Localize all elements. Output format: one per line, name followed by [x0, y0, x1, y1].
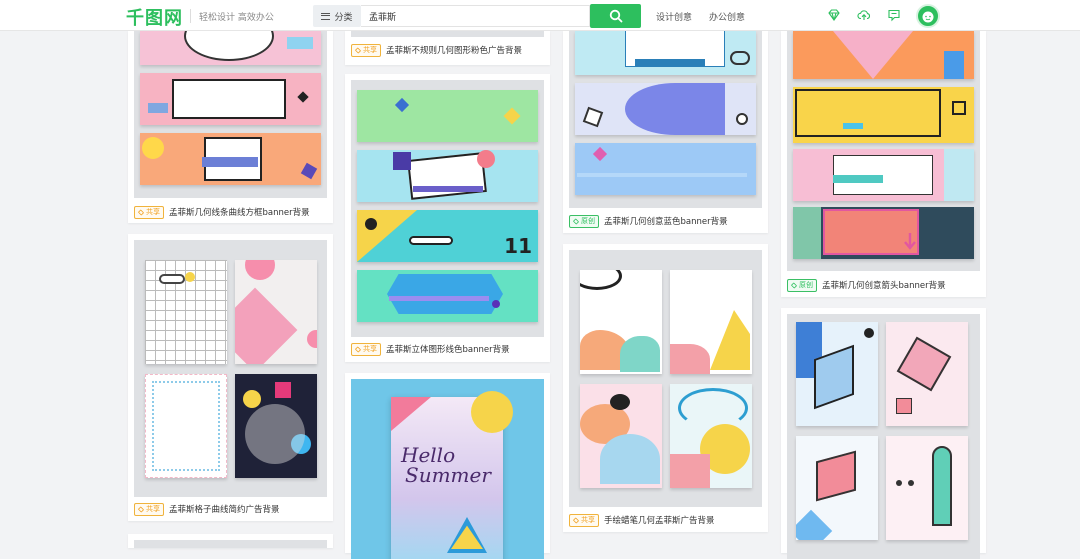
card-title[interactable]: 孟菲斯几何创意蓝色banner背景 [604, 215, 728, 227]
banner-preview [357, 90, 538, 142]
nav-office[interactable]: 办公创意 [709, 10, 745, 23]
card-title[interactable]: 孟菲斯立体图形线色banner背景 [386, 343, 510, 355]
diamond-icon [354, 46, 362, 54]
card-caption: 共享 手绘蜡笔几何孟菲斯广告背景 [569, 510, 762, 530]
card-caption: 共享 孟菲斯立体图形线色banner背景 [351, 339, 544, 359]
template-thumbnail[interactable]: 11 [351, 80, 544, 337]
banner-preview [793, 87, 974, 143]
card-caption: 共享 孟菲斯不规则几何图形粉色广告背景 [351, 40, 544, 60]
banner-preview [575, 143, 756, 195]
poster-preview [886, 436, 968, 540]
share-badge: 共享 [351, 43, 381, 57]
poster-preview [235, 260, 317, 364]
template-thumbnail[interactable] [134, 240, 327, 497]
share-badge: 共享 [134, 205, 164, 219]
card-title[interactable]: 孟菲斯几何线条曲线方框banner背景 [169, 206, 310, 218]
upload-icon[interactable] [857, 8, 871, 22]
banner-preview [357, 150, 538, 202]
template-thumbnail[interactable] [134, 540, 327, 548]
template-thumbnail[interactable] [787, 31, 980, 271]
template-card[interactable] [781, 308, 986, 559]
diamond-icon[interactable] [827, 8, 841, 22]
category-button[interactable]: 分类 [313, 5, 361, 27]
template-thumbnail[interactable] [569, 250, 762, 507]
original-badge: 原创 [569, 214, 599, 228]
arrow-down-icon [904, 233, 916, 250]
card-title[interactable]: 手绘蜡笔几何孟菲斯广告背景 [604, 514, 715, 526]
template-card[interactable]: 共享 孟菲斯不规则几何图形粉色广告背景 [345, 31, 550, 65]
poster-preview [580, 270, 662, 374]
share-badge: 共享 [351, 342, 381, 356]
poster-preview [886, 322, 968, 426]
share-badge: 共享 [134, 502, 164, 516]
template-card[interactable]: 原创 孟菲斯几何创意箭头banner背景 [781, 31, 986, 297]
card-title[interactable]: 孟菲斯几何创意箭头banner背景 [822, 279, 946, 291]
search-input[interactable] [361, 5, 590, 27]
card-caption: 共享 孟菲斯格子曲线简约广告背景 [134, 499, 327, 519]
nav-design[interactable]: 设计创意 [656, 10, 692, 23]
poster-preview [796, 322, 878, 426]
poster-preview: Hello Summer [391, 391, 513, 559]
diamond-icon [354, 345, 362, 353]
diamond-icon [137, 505, 145, 513]
banner-preview [575, 31, 756, 75]
banner-preview [793, 207, 974, 259]
poster-heading-line2: Summer [405, 463, 491, 487]
poster-heading-line1: Hello [401, 443, 456, 467]
diamond-icon [790, 281, 798, 289]
banner-preview [140, 31, 321, 65]
card-title[interactable]: 孟菲斯不规则几何图形粉色广告背景 [386, 44, 522, 56]
diamond-icon [572, 217, 580, 225]
user-face-icon [922, 11, 934, 23]
poster-preview [580, 384, 662, 488]
card-caption: 原创 孟菲斯几何创意箭头banner背景 [787, 275, 980, 295]
site-slogan: 轻松设计 高效办公 [199, 13, 274, 23]
banner-preview [140, 73, 321, 125]
category-label: 分类 [334, 12, 353, 23]
poster-preview [235, 374, 317, 478]
template-card[interactable] [128, 534, 333, 548]
message-icon[interactable] [887, 8, 901, 22]
banner-preview [575, 83, 756, 135]
diamond-icon [137, 208, 145, 216]
card-caption: 共享 孟菲斯几何线条曲线方框banner背景 [134, 202, 327, 222]
banner-preview: 11 [357, 210, 538, 262]
banner-preview [357, 270, 538, 322]
template-card[interactable]: 11 共享 孟菲斯立体图形线色banner背景 [345, 74, 550, 362]
template-card[interactable]: 共享 手绘蜡笔几何孟菲斯广告背景 [563, 244, 768, 532]
share-badge: 共享 [569, 513, 599, 527]
poster-preview [670, 384, 752, 488]
card-caption: 原创 孟菲斯几何创意蓝色banner背景 [569, 211, 762, 231]
template-card[interactable]: Hello Summer [345, 373, 550, 559]
menu-icon [321, 12, 331, 20]
template-thumbnail[interactable] [569, 31, 762, 208]
template-card[interactable]: 共享 孟菲斯几何线条曲线方框banner背景 [128, 31, 333, 223]
poster-preview [145, 374, 227, 478]
search-icon [609, 9, 622, 23]
card-title[interactable]: 孟菲斯格子曲线简约广告背景 [169, 503, 280, 515]
poster-preview [670, 270, 752, 374]
diamond-icon [572, 516, 580, 524]
avatar[interactable] [916, 4, 940, 28]
banner-preview [140, 133, 321, 185]
original-badge: 原创 [787, 278, 817, 292]
template-thumbnail[interactable] [134, 31, 327, 198]
template-card[interactable]: 原创 孟菲斯几何创意蓝色banner背景 [563, 31, 768, 233]
banner-number: 11 [504, 234, 532, 258]
poster-preview [145, 260, 227, 364]
template-thumbnail[interactable] [351, 31, 544, 37]
template-thumbnail[interactable]: Hello Summer [351, 379, 544, 559]
logo-divider [190, 9, 191, 23]
template-thumbnail[interactable] [787, 314, 980, 559]
top-navigation-bar: 千图网 轻松设计 高效办公 分类 设计创意 办公创意 [0, 0, 1080, 31]
poster-preview [796, 436, 878, 540]
template-card[interactable]: 共享 孟菲斯格子曲线简约广告背景 [128, 234, 333, 521]
banner-preview [793, 149, 974, 201]
banner-preview [793, 31, 974, 79]
site-logo[interactable]: 千图网 [126, 4, 183, 30]
search-button[interactable] [590, 4, 641, 28]
